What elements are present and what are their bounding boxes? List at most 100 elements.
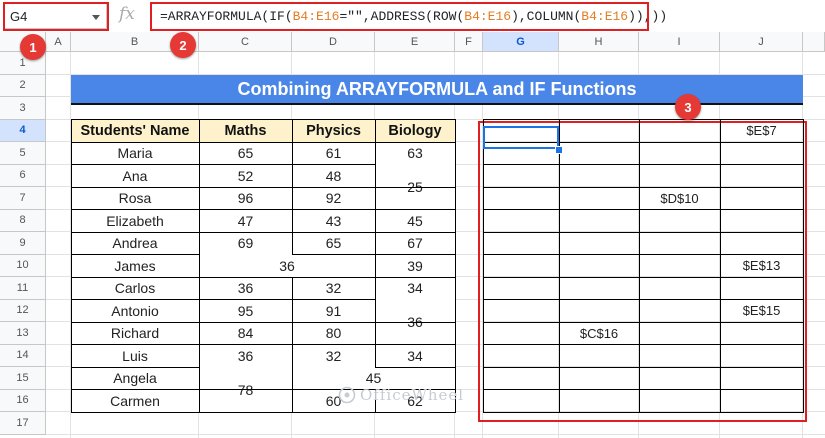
mark-cell[interactable]: 96 [199, 187, 292, 210]
mark-cell[interactable]: 91 [292, 299, 375, 322]
table-border [454, 119, 456, 412]
mark-cell[interactable]: 39 [375, 254, 455, 277]
mark-cell[interactable]: 32 [292, 277, 375, 300]
output-border [638, 119, 640, 412]
mark-cell[interactable]: 95 [199, 299, 292, 322]
row-header-14[interactable]: 14 [0, 344, 46, 367]
table-border [291, 164, 293, 187]
student-name-cell[interactable]: Antonio [71, 299, 199, 322]
mark-cell[interactable]: 65 [292, 232, 375, 255]
output-address-cell[interactable]: $C$16 [559, 322, 639, 345]
mark-cell[interactable]: 43 [292, 209, 375, 232]
output-address-cell[interactable]: $E$15 [720, 300, 803, 323]
row-header-9[interactable]: 9 [0, 232, 46, 255]
row-header-4[interactable]: 4 [0, 119, 46, 142]
mark-cell[interactable]: 47 [199, 209, 292, 232]
table-border [198, 344, 200, 367]
student-name-cell[interactable]: Carlos [71, 277, 199, 300]
row-header-8[interactable]: 8 [0, 209, 46, 232]
column-header-a[interactable]: A [46, 32, 71, 52]
mark-cell[interactable]: 61 [292, 142, 375, 165]
column-header-c[interactable]: C [199, 32, 292, 52]
table-border [199, 344, 293, 345]
table-border [374, 232, 376, 255]
student-name-cell[interactable]: Elizabeth [71, 209, 199, 232]
table-border [375, 254, 456, 255]
row-header-12[interactable]: 12 [0, 299, 46, 322]
output-address-cell[interactable]: $E$7 [720, 120, 803, 143]
student-name-cell[interactable]: Luis [71, 344, 199, 367]
table-border [199, 141, 293, 143]
officewheel-logo-icon [338, 386, 356, 404]
table-border [292, 254, 376, 255]
table-border [292, 186, 376, 188]
column-header-e[interactable]: E [375, 32, 455, 52]
table-border [291, 232, 293, 255]
column-header-d[interactable]: D [292, 32, 375, 52]
column-header-next[interactable] [803, 32, 825, 52]
mark-cell[interactable]: 34 [375, 344, 455, 367]
row-header-2[interactable]: 2 [0, 74, 46, 97]
student-name-cell[interactable]: Ana [71, 164, 199, 187]
row-header-10[interactable]: 10 [0, 254, 46, 277]
mark-cell[interactable]: 34 [375, 277, 455, 300]
row-header-17[interactable]: 17 [0, 412, 46, 435]
output-address-cell[interactable]: $D$10 [639, 187, 720, 210]
fill-handle[interactable] [555, 146, 563, 154]
table-header-cell[interactable]: Students' Name [71, 119, 199, 142]
mark-cell[interactable]: 52 [199, 164, 292, 187]
mark-cell[interactable]: 92 [292, 187, 375, 210]
table-border [199, 276, 293, 278]
mark-cell[interactable]: 84 [199, 322, 292, 345]
active-cell-g4[interactable] [483, 126, 559, 149]
student-name-cell[interactable]: Andrea [71, 232, 199, 255]
mark-cell[interactable]: 45 [375, 209, 455, 232]
student-name-cell[interactable]: Richard [71, 322, 199, 345]
row-header-3[interactable]: 3 [0, 97, 46, 120]
row-header-6[interactable]: 6 [0, 164, 46, 187]
table-border [292, 299, 376, 300]
mark-cell[interactable]: 36 [199, 277, 292, 300]
row-header-7[interactable]: 7 [0, 187, 46, 210]
mark-cell[interactable]: 36 [199, 254, 375, 277]
column-header-j[interactable]: J [720, 32, 803, 52]
student-name-cell[interactable]: Carmen [71, 389, 199, 412]
column-header-f[interactable]: F [455, 32, 483, 52]
mark-cell[interactable]: 36 [199, 344, 292, 367]
output-address-cell[interactable]: $E$13 [720, 255, 803, 278]
table-border [374, 119, 376, 142]
mark-cell[interactable]: 80 [292, 322, 375, 345]
mark-cell[interactable]: 63 [375, 142, 455, 165]
mark-cell[interactable]: 69 [199, 232, 292, 255]
row-header-15[interactable]: 15 [0, 367, 46, 390]
row-header-13[interactable]: 13 [0, 322, 46, 345]
table-border [374, 209, 376, 232]
table-header-cell[interactable]: Physics [292, 119, 375, 142]
formula-highlight [150, 2, 649, 31]
row-header-16[interactable]: 16 [0, 389, 46, 412]
table-header-cell[interactable]: Biology [375, 119, 455, 142]
row-header-11[interactable]: 11 [0, 277, 46, 300]
table-border [291, 119, 293, 142]
student-name-cell[interactable]: Angela [71, 367, 199, 390]
table-header-cell[interactable]: Maths [199, 119, 292, 142]
output-border [483, 231, 804, 233]
student-name-cell[interactable]: Maria [71, 142, 199, 165]
column-header-i[interactable]: I [639, 32, 720, 52]
column-header-g[interactable]: G [483, 32, 559, 52]
table-border [375, 231, 456, 233]
table-border [292, 231, 376, 233]
watermark-text: OfficeWheel [360, 386, 465, 404]
table-border [291, 142, 293, 165]
student-name-cell[interactable]: Rosa [71, 187, 199, 210]
column-header-h[interactable]: H [559, 32, 639, 52]
table-border [198, 209, 200, 232]
mark-cell[interactable]: 67 [375, 232, 455, 255]
mark-cell[interactable]: 65 [199, 142, 292, 165]
mark-cell[interactable]: 32 [292, 344, 375, 367]
student-name-cell[interactable]: James [71, 254, 199, 277]
table-border [292, 321, 376, 323]
table-border [71, 299, 200, 300]
row-header-5[interactable]: 5 [0, 142, 46, 165]
mark-cell[interactable]: 48 [292, 164, 375, 187]
